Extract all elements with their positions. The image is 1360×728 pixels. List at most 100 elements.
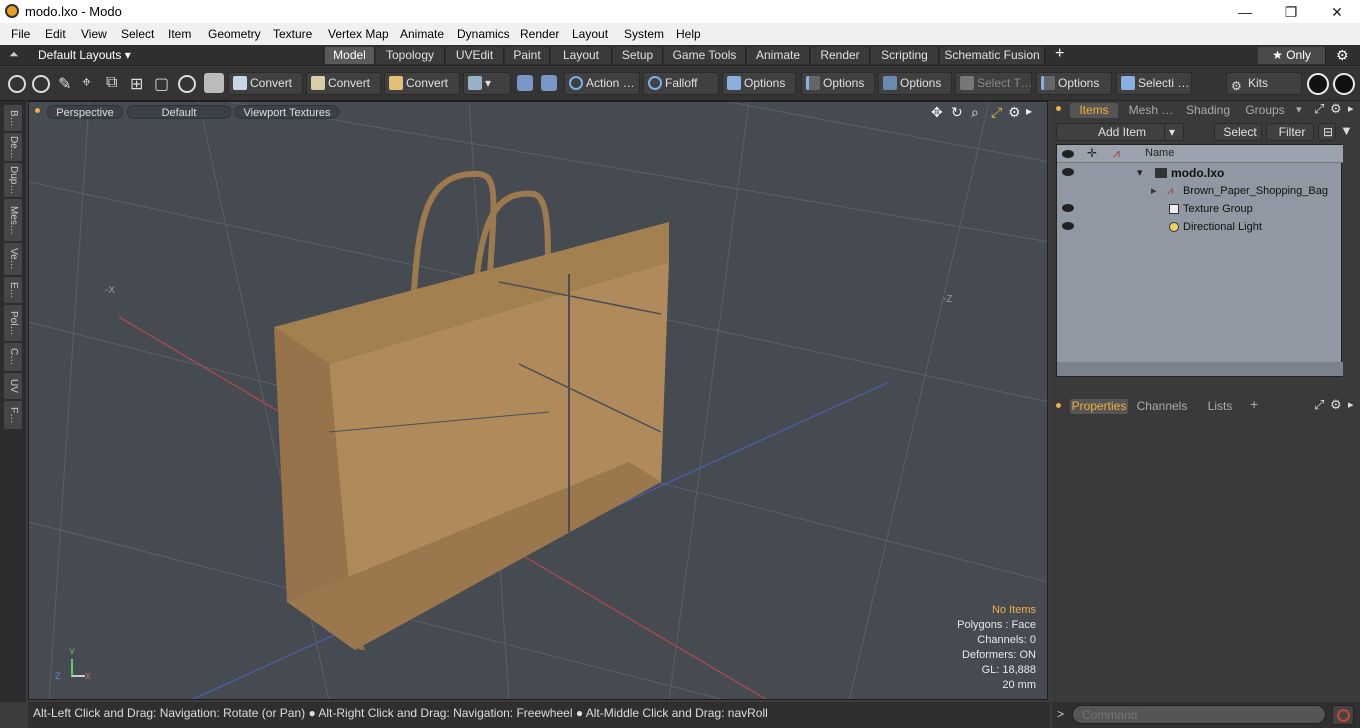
vertex-mode-icon[interactable] [8,75,26,93]
menu-layout[interactable]: Layout [572,27,608,41]
tab-scripting[interactable]: Scripting [871,47,939,64]
menu-help[interactable]: Help [676,27,701,41]
maximize-viewport-icon[interactable]: ⤢ [991,104,1002,121]
action-center-button[interactable]: Action … [564,72,640,95]
tab-render[interactable]: Render [811,47,870,64]
unity-icon[interactable] [1307,73,1329,95]
expand-props-icon[interactable]: ⤢ [1314,397,1324,413]
layouts-dropdown[interactable]: Default Layouts ▾ [38,48,131,62]
expand-panel-icon[interactable]: ⤢ [1314,101,1324,117]
material-icon[interactable] [178,75,196,93]
render-header-icon[interactable]: ⩘ [1113,146,1120,161]
options-button-3[interactable]: Options [878,72,952,95]
menu-file[interactable]: File [11,27,30,41]
tab-layout[interactable]: Layout [551,47,612,64]
shading-dropdown[interactable]: ▾ [463,72,511,95]
menu-system[interactable]: System [624,27,664,41]
convert-button-3[interactable]: Convert [384,72,460,95]
collapse-icon[interactable]: ⏶ [9,47,19,62]
menu-animate[interactable]: Animate [400,27,444,41]
panel-gear-icon[interactable]: ⚙ [1330,101,1342,117]
tab-mesh-edit[interactable]: Mes… [4,199,22,241]
tab-fusion[interactable]: F… [4,401,22,429]
tab-animate[interactable]: Animate [747,47,810,64]
shield-icon[interactable] [517,75,533,91]
tab-paint[interactable]: Paint [505,47,550,64]
props-arrow-icon[interactable]: ▸ [1348,398,1354,411]
tab-schematic-fusion[interactable]: Schematic Fusion [940,47,1045,64]
visibility-eye-icon[interactable] [1062,168,1074,176]
menu-geometry[interactable]: Geometry [208,27,261,41]
tab-game-tools[interactable]: Game Tools [664,47,746,64]
viewport-gear-icon[interactable]: ⚙ [1008,104,1021,121]
item-row-mesh[interactable]: ▸ ⩘ Brown_Paper_Shopping_Bag [1057,182,1343,200]
select-through-button[interactable]: Select T… [955,72,1032,95]
tab-polygon[interactable]: Pol… [4,305,22,341]
tab-vertex[interactable]: Ve… [4,243,22,275]
polygon-icon[interactable]: ▢ [154,74,169,94]
item-row-texture-group[interactable]: Texture Group [1057,200,1343,218]
funnel-icon[interactable]: ▼ [1340,123,1353,138]
tab-lists[interactable]: Lists [1196,399,1244,414]
tab-uvedit[interactable]: UVEdit [446,47,504,64]
filter-button[interactable]: Filter [1266,123,1314,141]
brush-icon[interactable]: ⌖ [82,74,91,92]
close-button[interactable]: ✕ [1314,2,1360,22]
viewport-menu-dot[interactable] [35,108,40,113]
tab-model[interactable]: Model [325,47,375,64]
menu-texture[interactable]: Texture [273,27,312,41]
panel-arrow-icon[interactable]: ▸ [1348,102,1354,115]
expand-arrow-icon[interactable]: ▾ [1137,164,1143,182]
gear-icon[interactable]: ⚙ [1336,47,1349,64]
tab-duplicate[interactable]: Dup… [4,163,22,197]
shield-icon[interactable] [541,75,557,91]
3d-viewport[interactable]: Perspective Default Viewport Textures ✥ … [28,101,1048,700]
globe-icon[interactable] [32,75,50,93]
kits-button[interactable]: ⚙ Kits [1226,72,1302,95]
item-row-scene[interactable]: ▾ modo.lxo [1057,164,1343,182]
minimize-button[interactable]: — [1222,2,1268,22]
add-layout-button[interactable]: + [1055,45,1064,63]
tab-channels[interactable]: Channels [1134,399,1190,414]
tab-setup[interactable]: Setup [613,47,663,64]
menu-vertex-map[interactable]: Vertex Map [328,27,389,41]
collapse-list-icon[interactable]: ⊟ [1318,123,1336,141]
tabs-more-icon[interactable]: ▾ [1296,103,1302,116]
options-button-4[interactable]: Options [1036,72,1112,95]
item-row-light[interactable]: Directional Light [1057,218,1343,236]
pen-icon[interactable]: ✎ [58,74,71,94]
menu-render[interactable]: Render [520,27,559,41]
select-button[interactable]: Select [1214,123,1262,141]
visibility-eye-icon[interactable] [1062,204,1074,212]
options-button-1[interactable]: Options [722,72,796,95]
visibility-eye-icon[interactable] [1062,222,1074,230]
tab-deform[interactable]: De… [4,133,22,161]
perspective-dropdown[interactable]: Perspective [47,105,123,119]
props-panel-dot[interactable] [1056,403,1061,408]
visibility-header-icon[interactable] [1062,150,1074,158]
tab-properties[interactable]: Properties [1070,399,1128,414]
default-shading-dropdown[interactable]: Default [127,105,231,119]
maximize-button[interactable]: ❐ [1268,2,1314,22]
rotate-icon[interactable]: ↻ [951,104,963,121]
unreal-icon[interactable] [1333,73,1355,95]
command-history-button[interactable] [1332,705,1354,725]
menu-view[interactable]: View [81,27,107,41]
options-button-2[interactable]: Options [801,72,875,95]
selection-button[interactable]: Selecti … [1116,72,1192,95]
items-panel-dot[interactable] [1056,106,1061,111]
falloff-button[interactable]: Falloff [643,72,719,95]
menu-item[interactable]: Item [168,27,191,41]
convert-button-2[interactable]: Convert [306,72,381,95]
collapse-arrow-icon[interactable]: ▸ [1151,182,1157,200]
lock-header-icon[interactable]: ✛ [1087,146,1097,160]
viewport-textures-dropdown[interactable]: Viewport Textures [235,105,339,119]
tab-topology[interactable]: Topology [376,47,445,64]
edge-icon[interactable]: ⧉ [106,74,117,92]
tab-edge[interactable]: E… [4,277,22,303]
tab-uv[interactable]: UV [4,373,22,399]
only-toggle[interactable]: ★ Only [1258,47,1326,64]
props-gear-icon[interactable]: ⚙ [1330,397,1342,413]
zoom-icon[interactable]: ⌕ [971,104,979,121]
command-input[interactable] [1072,705,1326,724]
